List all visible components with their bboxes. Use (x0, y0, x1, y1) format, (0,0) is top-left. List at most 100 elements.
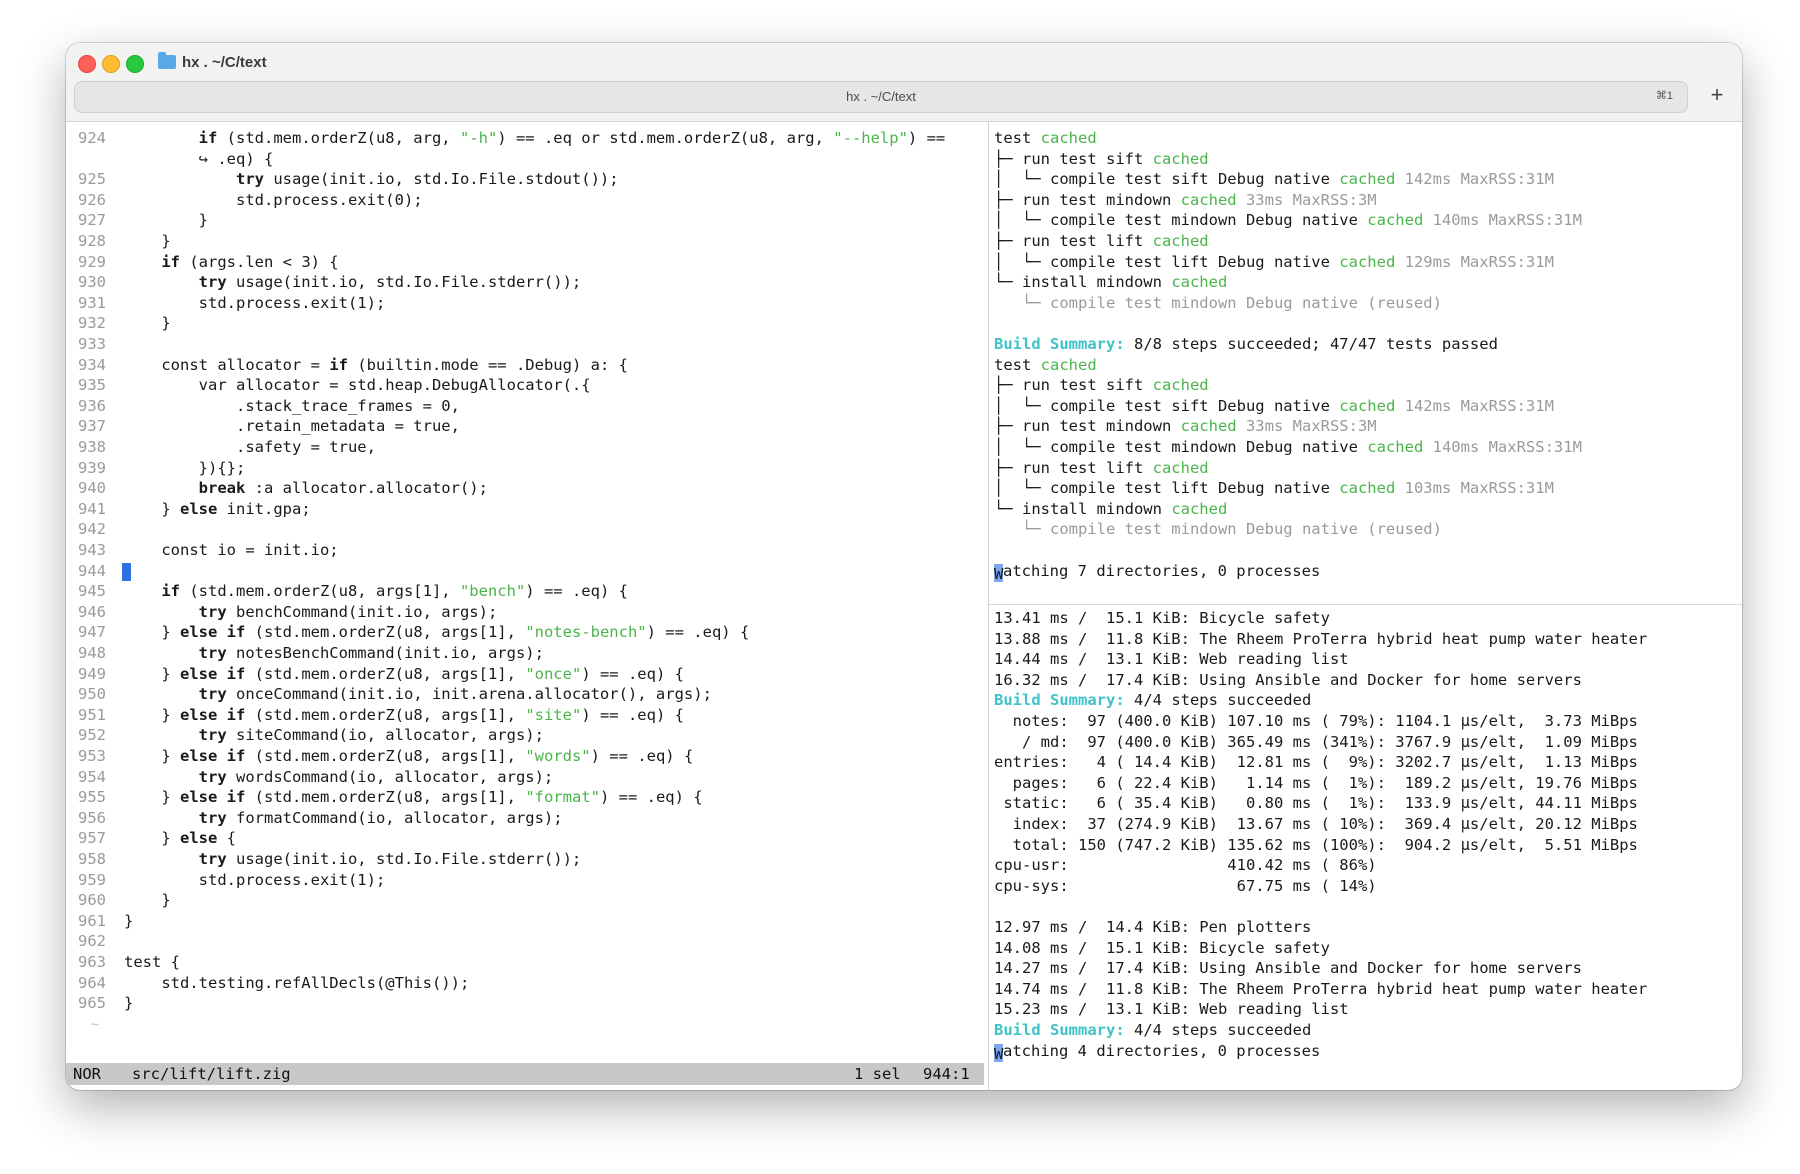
terminal-pane-bottom[interactable]: 13.41 ms / 15.1 KiB: Bicycle safety 13.88… (994, 606, 1742, 1090)
code-line[interactable]: 953 } else if (std.mem.orderZ(u8, args[1… (66, 746, 693, 767)
line-number: 945 (78, 582, 106, 601)
code-line[interactable]: 936 .stack_trace_frames = 0, (66, 396, 460, 417)
terminal-line: └─ compile test mindown Debug native (re… (994, 519, 1442, 540)
code-text: try usage(init.io, std.Io.File.stdout())… (235, 170, 619, 189)
cached-status: cached (1152, 458, 1209, 477)
code-line[interactable]: 958 try usage(init.io, std.Io.File.stder… (66, 849, 581, 870)
code-line[interactable]: ↪ .eq) { (66, 149, 274, 170)
terminal-line: Watching 7 directories, 0 processes (994, 561, 1320, 583)
line-number: 956 (78, 808, 106, 827)
pane-divider[interactable] (988, 122, 989, 1090)
new-tab-button[interactable]: + (1702, 81, 1732, 111)
code-line[interactable]: 938 .safety = true, (66, 437, 376, 458)
line-number: 942 (78, 520, 106, 539)
code-text: if (args.len < 3) { (161, 252, 339, 271)
terminal-line: ├─ run test lift cached (994, 458, 1209, 479)
line-number: 953 (78, 747, 106, 765)
code-line[interactable]: 954 try wordsCommand(io, allocator, args… (66, 767, 553, 788)
terminal-text: ├─ run test mindown (994, 190, 1181, 209)
terminal-text: 129ms MaxRSS:31M (1395, 252, 1554, 271)
build-summary-label: Build Summary: (994, 335, 1125, 353)
terminal-text: 13.88 ms / 11.8 KiB: The Rheem ProTerra … (994, 629, 1648, 648)
code-line[interactable]: 956 try formatCommand(io, allocator, arg… (66, 808, 563, 829)
code-line[interactable]: 934 const allocator = if (builtin.mode =… (66, 355, 628, 376)
terminal-text: 142ms MaxRSS:31M (1395, 396, 1554, 415)
pane-divider-horizontal[interactable] (989, 604, 1742, 605)
code-line[interactable]: 931 std.process.exit(1); (66, 293, 385, 314)
terminal-text: 4/4 steps succeeded (1124, 691, 1312, 710)
code-line[interactable]: 947 } else if (std.mem.orderZ(u8, args[1… (66, 622, 749, 643)
folder-icon (158, 52, 176, 69)
terminal-pane-top[interactable]: test cached ├─ run test sift cached │ └─ c… (994, 122, 1742, 602)
code-line[interactable]: 959 std.process.exit(1); (66, 870, 385, 891)
terminal-text: 140ms MaxRSS:31M (1423, 438, 1582, 456)
code-line[interactable]: 924 if (std.mem.orderZ(u8, arg, "-h") ==… (66, 128, 945, 149)
code-line[interactable]: 960 } (66, 890, 171, 911)
terminal-text: ├─ run test lift (994, 458, 1153, 477)
text-cursor (122, 562, 131, 581)
minimize-window-button[interactable] (102, 55, 120, 73)
code-line[interactable]: 927 } (66, 210, 208, 231)
terminal-text: 14.44 ms / 13.1 KiB: Web reading list (994, 650, 1349, 669)
code-line[interactable]: 962 (66, 931, 124, 952)
terminal-text: 14.27 ms / 17.4 KiB: Using Ansible and D… (994, 959, 1582, 978)
code-line[interactable]: 943 const io = init.io; (66, 540, 339, 561)
cached-status: cached (1367, 211, 1424, 230)
code-line[interactable]: 928 } (66, 231, 171, 252)
code-text: } (124, 891, 171, 910)
code-editor-pane[interactable]: 924 if (std.mem.orderZ(u8, arg, "-h") ==… (66, 122, 984, 1090)
line-number: 955 (78, 788, 106, 807)
code-line[interactable]: 925 try usage(init.io, std.Io.File.stdou… (66, 169, 619, 190)
code-line[interactable]: 935 var allocator = std.heap.DebugAlloca… (66, 375, 591, 396)
code-line[interactable]: 955 } else if (std.mem.orderZ(u8, args[1… (66, 787, 703, 808)
build-summary-label: Build Summary: (994, 691, 1125, 710)
code-text: try usage(init.io, std.Io.File.stderr())… (198, 273, 582, 292)
terminal-text: └─ compile test mindown Debug native (re… (994, 520, 1442, 539)
terminal-text: static: 6 ( 35.4 KiB) 0.80 ms ( 1%): 133… (994, 794, 1638, 813)
code-line[interactable]: 941 } else init.gpa; (66, 499, 311, 520)
terminal-line: Build Summary: 8/8 steps succeeded; 47/4… (994, 334, 1498, 355)
line-number: 930 (78, 273, 106, 292)
editor-statusline: NOR src/lift/lift.zig 1 sel 944:1 (66, 1063, 984, 1085)
code-line[interactable]: 937 .retain_metadata = true, (66, 416, 460, 437)
code-line[interactable]: 940 break :a allocator.allocator(); (66, 478, 488, 499)
cached-status: cached (1180, 417, 1237, 436)
code-line[interactable]: 952 try siteCommand(io, allocator, args)… (66, 725, 544, 746)
code-line[interactable]: 942 (66, 519, 124, 540)
terminal-text: ├─ run test sift (994, 149, 1153, 168)
code-line[interactable]: 929 if (args.len < 3) { (66, 252, 339, 273)
code-line[interactable]: 946 try benchCommand(init.io, args); (66, 602, 497, 623)
code-line[interactable]: 957 } else { (66, 828, 236, 849)
terminal-line: │ └─ compile test sift Debug native cach… (994, 396, 1554, 417)
terminal-tab[interactable]: hx . ~/C/text ⌘1 (74, 81, 1688, 113)
code-line[interactable]: 951 } else if (std.mem.orderZ(u8, args[1… (66, 705, 684, 726)
code-line[interactable]: 950 try onceCommand(init.io, init.arena.… (66, 684, 712, 705)
line-number: 950 (78, 685, 106, 704)
code-line[interactable]: 930 try usage(init.io, std.Io.File.stder… (66, 272, 581, 293)
code-line[interactable]: 949 } else if (std.mem.orderZ(u8, args[1… (66, 664, 684, 685)
code-line[interactable]: 948 try notesBenchCommand(init.io, args)… (66, 643, 544, 664)
code-line[interactable]: 926 std.process.exit(0); (66, 190, 423, 211)
terminal-text: index: 37 (274.9 KiB) 13.67 ms ( 10%): 3… (994, 815, 1638, 833)
terminal-text: │ └─ compile test sift Debug native (994, 396, 1340, 415)
code-line[interactable]: 963 test { (66, 952, 180, 973)
line-number: 941 (78, 499, 106, 518)
code-line[interactable]: 939 }){}; (66, 458, 245, 479)
code-text: std.testing.refAllDecls(@This()); (124, 973, 470, 992)
code-text: }){}; (124, 458, 246, 477)
code-line[interactable]: 945 if (std.mem.orderZ(u8, args[1], "ben… (66, 581, 628, 602)
code-line[interactable]: 965} (66, 993, 133, 1014)
zoom-window-button[interactable] (126, 55, 144, 73)
close-window-button[interactable] (78, 55, 96, 73)
code-line[interactable]: 964 std.testing.refAllDecls(@This()); (66, 973, 469, 994)
code-line[interactable]: 933 (66, 334, 124, 355)
code-text: if (std.mem.orderZ(u8, arg, "-h") == .eq… (198, 129, 946, 147)
code-text: } (124, 911, 134, 930)
code-line[interactable]: 944 (66, 561, 131, 582)
code-line[interactable]: 961} (66, 911, 133, 932)
line-number: 943 (78, 541, 106, 559)
terminal-line: total: 150 (747.2 KiB) 135.62 ms (100%):… (994, 835, 1638, 856)
code-text: if (std.mem.orderZ(u8, args[1], "bench")… (161, 582, 628, 601)
code-line[interactable]: 932 } (66, 313, 171, 334)
line-number: 944 (78, 561, 106, 580)
